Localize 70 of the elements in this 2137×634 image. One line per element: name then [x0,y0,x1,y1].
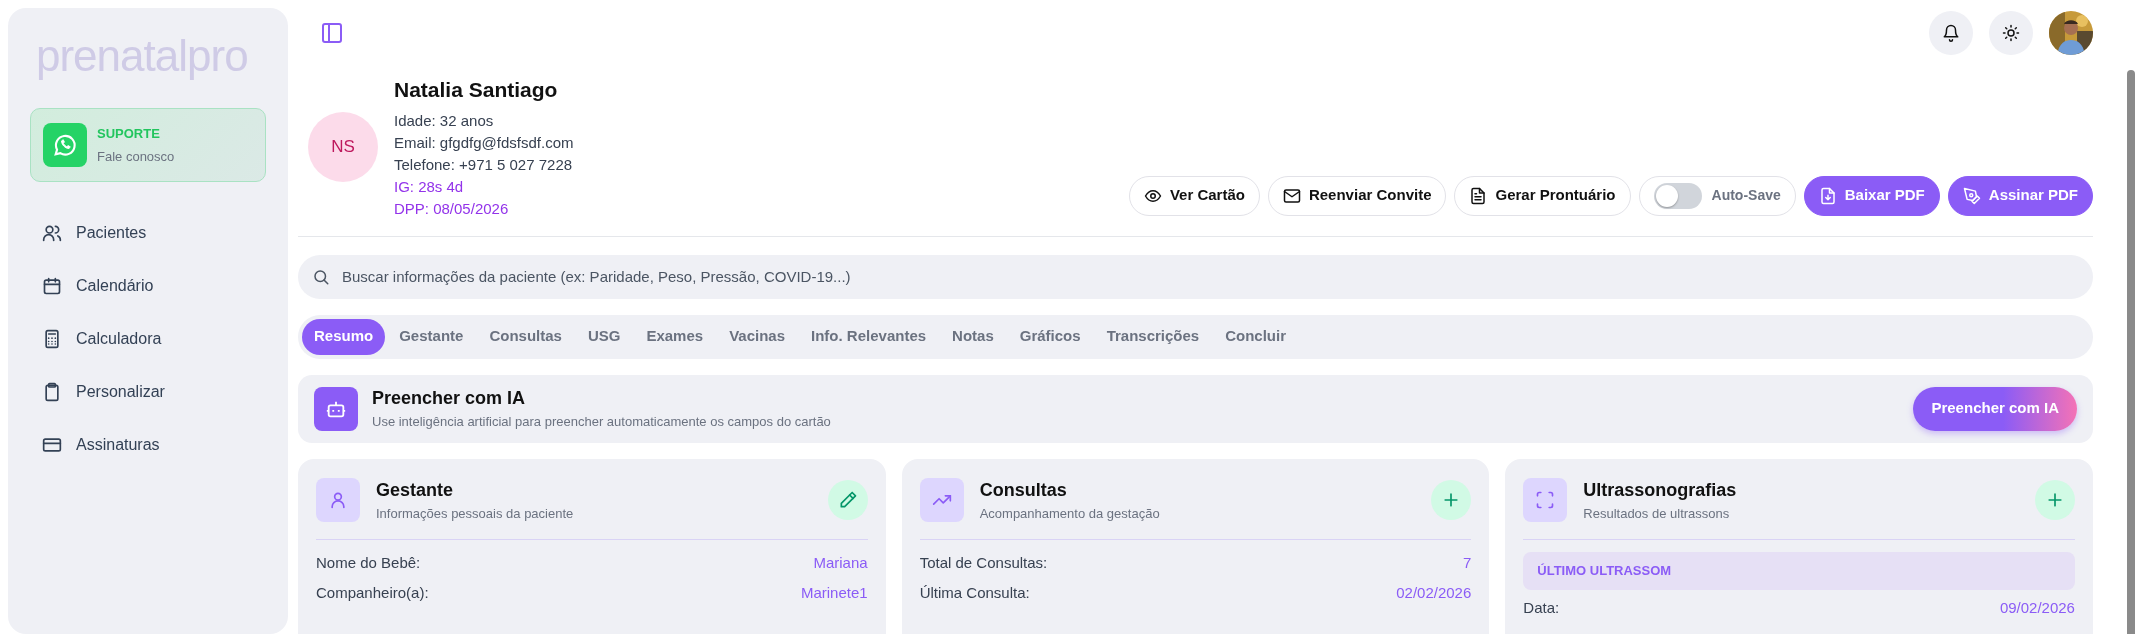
calculator-icon [42,328,62,349]
tab[interactable]: Transcrições [1094,318,1212,355]
whatsapp-icon [43,123,87,167]
field-label: Última Consulta: [919,582,1030,603]
field-label: Data: [1523,598,1560,619]
ai-fill-button[interactable]: Preencher com IA [1913,386,2077,431]
search-field[interactable]: Buscar informações da paciente (ex: Paridade, Peso, Pressão, COVID-19...) [298,254,2093,299]
action-button[interactable]: Reenviar Convite [1267,175,1447,216]
field-label: Nome do Bebê: [316,552,421,573]
sidebar-toggle-icon[interactable] [320,21,344,45]
sidebar-item[interactable]: Assinaturas [30,418,266,471]
patient-detail: Email: gfgdfg@fdsfsdf.com [394,132,574,153]
card-title: Consultas [979,478,1068,502]
pregnancy-info: IG: 28s 4d [394,176,465,197]
ai-description: Use inteligência artificial para preencher automaticamente os campos do cartão [372,413,831,432]
ai-title: Preencher com IA [372,387,527,411]
tab[interactable]: Concluir [1213,318,1299,355]
calendar-icon [42,275,62,296]
field-label: Companheiro(a): [316,582,429,603]
field-value: 02/02/2026 [1396,582,1472,603]
notification-button[interactable] [1929,11,1973,55]
support-card[interactable]: SUPORTE Fale conosco [30,108,266,182]
robot-icon [314,386,358,431]
bell-icon [1942,24,1960,42]
support-subtitle: Fale conosco [97,148,175,166]
sun-icon [2002,24,2020,42]
pen-nib-icon [1962,186,1981,205]
sidebar-item[interactable]: Calculadora [30,312,266,365]
field-value: Mariana [813,552,868,573]
section-header: ÚLTIMO ULTRASSOM [1523,552,2075,590]
field-value: Marinete1 [800,582,868,603]
patient-avatar: NS [308,111,378,182]
tab[interactable]: Notas [940,318,1006,355]
tab[interactable]: Resumo [302,318,386,355]
card-subtitle: Informações pessoais da paciente [376,504,574,523]
tab[interactable]: Gestante [387,318,476,355]
field-label: Total de Consultas: [919,552,1048,573]
action-button[interactable]: Baixar PDF [1803,175,1940,216]
mail-icon [1282,186,1301,205]
toggle-switch[interactable] [1653,182,1702,209]
card-subtitle: Acompanhamento da gestação [979,504,1160,523]
pregnancy-info: DPP: 08/05/2026 [394,198,510,219]
tab[interactable]: Consultas [477,318,574,355]
tab[interactable]: Gráficos [1007,318,1093,355]
card-title: Ultrassonografias [1583,478,1737,502]
sidebar-item[interactable]: Calendário [30,259,266,312]
action-button[interactable]: Ver Cartão [1128,175,1260,216]
action-button[interactable]: Gerar Prontuário [1454,175,1631,216]
tab[interactable]: Info. Relevantes [799,318,939,355]
sidebar-item[interactable]: Personalizar [30,365,266,418]
field-value: 09/02/2026 [1999,598,2075,619]
tab[interactable]: Exames [634,318,716,355]
patient-name: Natalia Santiago [394,77,559,103]
card-subtitle: Resultados de ultrassons [1583,504,1731,523]
tab[interactable]: USG [575,318,633,355]
scrollbar-thumb[interactable] [2127,70,2135,634]
document-icon [1469,186,1488,205]
patient-detail: Idade: 32 anos [394,110,495,131]
toggle-label: Auto-Save [1711,186,1781,205]
theme-button[interactable] [1989,11,2033,55]
scan-frame-icon [1535,489,1556,510]
clipboard-icon [42,381,62,402]
patient-detail: Telefone: +971 5 027 7228 [394,154,574,175]
card-title: Gestante [376,478,455,502]
field-value: 7 [1462,552,1472,573]
file-download-icon [1818,186,1837,205]
sidebar-item[interactable]: Pacientes [30,206,266,259]
action-button[interactable]: Assinar PDF [1947,175,2093,216]
support-title: SUPORTE [97,124,161,143]
tab[interactable]: Vacinas [717,318,798,355]
